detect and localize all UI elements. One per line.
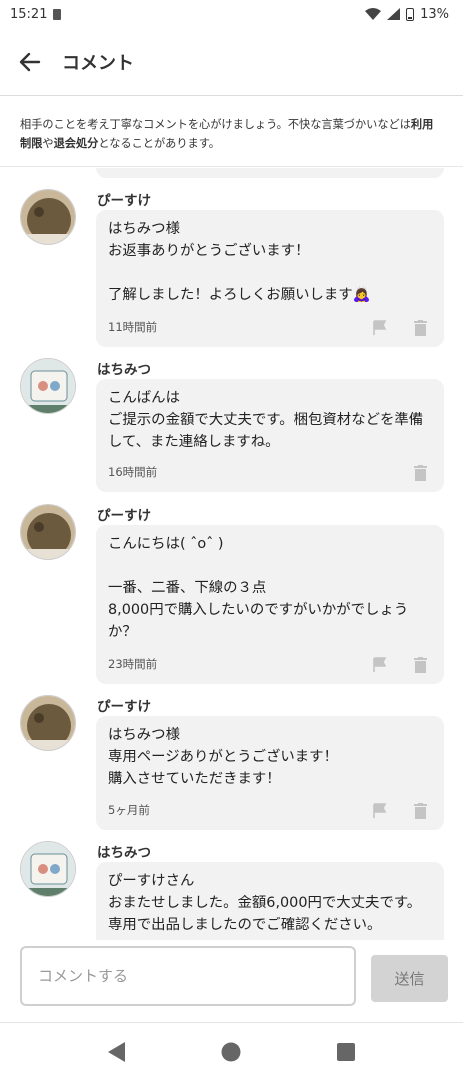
comment-text: はちみつ様 専用ページありがとうございます！ 購入させていただきます！ <box>108 727 338 787</box>
comment-time: 16時間前 <box>108 465 158 479</box>
comment-time: 11時間前 <box>108 320 158 334</box>
battery-icon <box>406 7 415 21</box>
flag-icon[interactable] <box>372 802 388 820</box>
flag-icon[interactable] <box>372 319 388 337</box>
comment-username[interactable]: ぴーすけ <box>97 189 151 209</box>
send-button[interactable]: 送信 <box>371 955 448 1002</box>
comment-bubble: ぴーすけさん おまたせしました。金額6,000円で大丈夫です。 専用で出品しまし… <box>96 862 444 940</box>
comment-input[interactable] <box>20 946 356 1006</box>
trash-icon[interactable] <box>412 802 428 820</box>
status-time: 15:21 <box>10 6 48 22</box>
nav-back-icon <box>108 1041 126 1062</box>
notice-text-1: 相手のことを考え丁寧なコメントを心がけましょう。不快な言葉づかいなどは <box>20 118 411 131</box>
avatar[interactable] <box>20 358 76 414</box>
back-button[interactable] <box>10 42 50 82</box>
arrow-left-icon <box>19 52 41 71</box>
notice-text-2: や <box>42 137 54 150</box>
comment-bubble: こんにちは( ˆoˆ ) 一番、二番、下線の３点 8,000円で購入したいのです… <box>96 525 444 684</box>
status-bar: 15:21 13% <box>0 0 463 28</box>
trash-icon[interactable] <box>412 319 428 337</box>
sd-card-icon <box>53 8 62 20</box>
comment-text: こんにちは( ˆoˆ ) 一番、二番、下線の３点 8,000円で購入したいのです… <box>108 536 409 640</box>
battery-level: 13% <box>420 6 449 22</box>
comment-username[interactable]: はちみつ <box>97 841 151 861</box>
notice-bold-withdrawal: 退会処分 <box>53 137 99 150</box>
comment-bubble: はちみつ様 専用ページありがとうございます！ 購入させていただきます！ 5ヶ月前 <box>96 716 444 830</box>
comment-text: こんばんは ご提示の金額で大丈夫です。梱包資材などを準備して、また連絡しますね。 <box>108 390 424 450</box>
comment-bubble: はちみつ様 お返事ありがとうございます！ 了解しました！よろしくお願いします🙇‍… <box>96 210 444 347</box>
nav-recents-icon <box>336 1042 355 1061</box>
comment-time: 5ヶ月前 <box>108 803 150 817</box>
avatar[interactable] <box>20 841 76 897</box>
comment-guideline-notice: 相手のことを考え丁寧なコメントを心がけましょう。不快な言葉づかいなどは利用制限や… <box>0 97 463 167</box>
comment-list[interactable]: ぴーすけ はちみつ様 お返事ありがとうございます！ 了解しました！よろしくお願い… <box>0 168 463 940</box>
nav-back-button[interactable] <box>102 1037 132 1067</box>
nav-recents-button[interactable] <box>331 1037 361 1067</box>
nav-home-icon <box>221 1042 241 1061</box>
comment-username[interactable]: ぴーすけ <box>97 695 151 715</box>
trash-icon[interactable] <box>412 656 428 674</box>
comment-time: 23時間前 <box>108 657 158 671</box>
comment-compose-bar: 送信 <box>0 940 463 1022</box>
comment-bubble: こんばんは ご提示の金額で大丈夫です。梱包資材などを準備して、また連絡しますね。… <box>96 379 444 492</box>
nav-home-button[interactable] <box>216 1037 246 1067</box>
avatar[interactable] <box>20 189 76 245</box>
app-bar: コメント <box>0 28 463 96</box>
system-nav-bar <box>0 1022 463 1080</box>
flag-icon[interactable] <box>372 656 388 674</box>
comment-username[interactable]: はちみつ <box>97 358 151 378</box>
notice-text-3: となることがあります。 <box>98 137 220 150</box>
comment-text: はちみつ様 お返事ありがとうございます！ 了解しました！よろしくお願いします🙇‍… <box>108 221 371 303</box>
avatar[interactable] <box>20 695 76 751</box>
previous-comment-bubble <box>96 168 444 178</box>
comment-text: ぴーすけさん おまたせしました。金額6,000円で大丈夫です。 専用で出品しまし… <box>108 873 422 933</box>
avatar[interactable] <box>20 504 76 560</box>
signal-icon <box>387 8 401 20</box>
page-title: コメント <box>62 52 134 74</box>
trash-icon[interactable] <box>412 464 428 482</box>
comment-username[interactable]: ぴーすけ <box>97 504 151 524</box>
wifi-icon <box>365 8 382 20</box>
